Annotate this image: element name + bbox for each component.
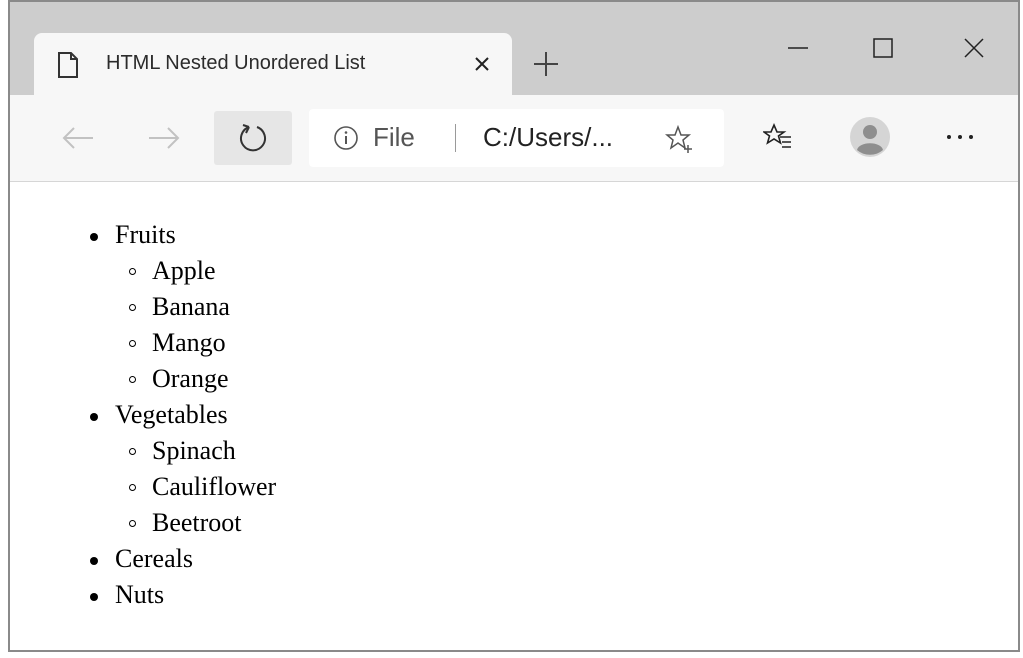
back-arrow-icon[interactable] — [50, 111, 106, 165]
list-item-fruits: Fruits Apple Banana Mango Orange — [78, 217, 276, 397]
tab-strip: HTML Nested Unordered List — [10, 2, 1018, 95]
browser-window: HTML Nested Unordered List File C:/Users… — [8, 0, 1020, 652]
list-item-vegetables: Vegetables Spinach Cauliflower Beetroot — [78, 397, 276, 541]
list-item-label: Nuts — [115, 580, 165, 609]
tab-close-icon[interactable] — [468, 50, 496, 78]
favorites-icon[interactable] — [756, 115, 800, 159]
nested-list-item: Beetroot — [115, 505, 276, 541]
more-options-icon[interactable] — [938, 115, 982, 159]
nested-list-item: Spinach — [115, 433, 276, 469]
url-text[interactable]: C:/Users/... — [483, 122, 613, 153]
page-content: Fruits Apple Banana Mango Orange Vegetab… — [10, 182, 1018, 650]
nested-list-item: Mango — [115, 325, 276, 361]
nested-list: Spinach Cauliflower Beetroot — [115, 433, 276, 541]
address-bar[interactable]: File C:/Users/... — [309, 109, 724, 167]
address-separator — [455, 124, 456, 152]
nested-list-item: Orange — [115, 361, 276, 397]
nested-list-item: Cauliflower — [115, 469, 276, 505]
address-scheme-label: File — [373, 122, 415, 152]
nested-list-item: Apple — [115, 253, 276, 289]
add-favorite-star-icon[interactable] — [664, 124, 695, 155]
list-item-nuts: Nuts — [78, 577, 276, 613]
profile-avatar-icon[interactable] — [848, 115, 892, 159]
list-item-cereals: Cereals — [78, 541, 276, 577]
new-tab-icon[interactable] — [528, 46, 564, 82]
page-icon — [56, 51, 80, 79]
list-item-label: Fruits — [115, 220, 176, 249]
list-item-label: Cereals — [115, 544, 193, 573]
window-close-icon[interactable] — [954, 28, 994, 68]
forward-arrow-icon[interactable] — [136, 111, 192, 165]
nested-list-item: Banana — [115, 289, 276, 325]
minimize-icon[interactable] — [778, 28, 818, 68]
toolbar: File C:/Users/... — [10, 95, 1018, 182]
tab-title: HTML Nested Unordered List — [106, 52, 366, 74]
outer-list: Fruits Apple Banana Mango Orange Vegetab… — [78, 217, 276, 613]
info-icon[interactable] — [333, 125, 359, 151]
maximize-icon[interactable] — [863, 28, 903, 68]
browser-tab[interactable]: HTML Nested Unordered List — [34, 33, 512, 95]
nested-list: Apple Banana Mango Orange — [115, 253, 276, 397]
list-item-label: Vegetables — [115, 400, 228, 429]
refresh-icon[interactable] — [214, 111, 292, 165]
